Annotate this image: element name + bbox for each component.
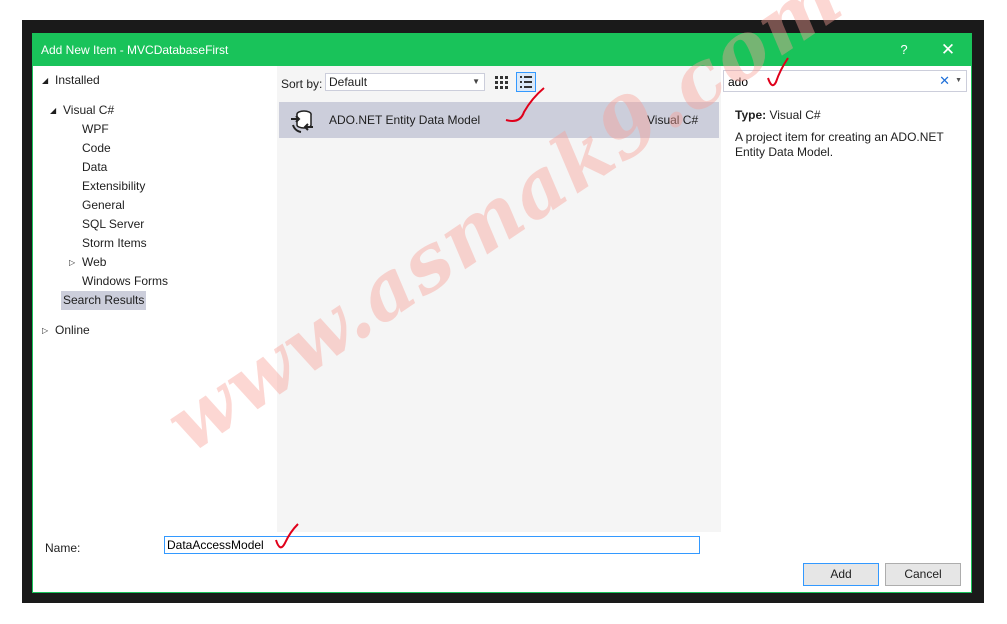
tree-node-search-results[interactable]: Search Results <box>61 291 147 310</box>
bottom-bar: Name: Add Cancel <box>33 532 971 592</box>
cancel-button[interactable]: Cancel <box>885 563 961 586</box>
help-button[interactable]: ? <box>891 38 917 62</box>
tree-node-label: Visual C# <box>63 103 115 117</box>
tree-node-online[interactable]: ▷ Online <box>42 321 90 340</box>
expanded-arrow-icon[interactable]: ◢ <box>42 71 48 90</box>
small-icons-view-button[interactable] <box>491 72 511 92</box>
search-box[interactable]: ✕ ▼ <box>723 70 967 93</box>
tree-node-extensibility[interactable]: Extensibility <box>82 177 145 196</box>
tree-node-storm-items[interactable]: Storm Items <box>82 234 147 253</box>
template-description: A project item for creating an ADO.NET E… <box>735 130 944 159</box>
tree-node-data[interactable]: Data <box>82 158 107 177</box>
close-button[interactable]: ✕ <box>933 38 963 62</box>
tree-node-visual-csharp[interactable]: ◢ Visual C# <box>50 101 115 120</box>
grid-view-icon <box>495 76 508 89</box>
tree-node-sql-server[interactable]: SQL Server <box>82 215 144 234</box>
type-value: Visual C# <box>769 108 821 122</box>
expanded-arrow-icon[interactable]: ◢ <box>50 101 56 120</box>
sort-by-label: Sort by: <box>281 77 323 91</box>
entity-data-model-icon <box>291 110 313 133</box>
list-view-button[interactable] <box>516 72 536 92</box>
chevron-down-icon: ▼ <box>472 77 480 86</box>
template-list-panel: Sort by: Default ▼ ADO.NET Entity Data M… <box>277 66 721 532</box>
collapsed-arrow-icon[interactable]: ▷ <box>42 321 48 340</box>
chevron-down-icon[interactable]: ▼ <box>955 77 962 84</box>
search-input[interactable] <box>724 71 940 93</box>
collapsed-arrow-icon[interactable]: ▷ <box>69 253 75 272</box>
type-label: Type: <box>735 108 767 122</box>
template-name: ADO.NET Entity Data Model <box>329 113 481 127</box>
sort-by-value: Default <box>329 75 368 89</box>
tree-node-label: Installed <box>55 73 100 87</box>
add-button[interactable]: Add <box>803 563 879 586</box>
tree-node-web[interactable]: ▷ Web <box>69 253 107 272</box>
name-label: Name: <box>45 541 81 555</box>
sort-by-select[interactable]: Default ▼ <box>325 73 485 91</box>
tree-node-installed[interactable]: ◢ Installed <box>42 71 100 90</box>
tree-node-wpf[interactable]: WPF <box>82 120 109 139</box>
add-new-item-dialog: Add New Item - MVCDatabaseFirst ? ✕ ◢ In… <box>32 33 972 593</box>
details-panel: ✕ ▼ Type: Visual C# A project item for c… <box>721 66 971 532</box>
name-input[interactable] <box>164 536 700 554</box>
tree-node-label: Online <box>55 323 90 337</box>
title-bar: Add New Item - MVCDatabaseFirst ? ✕ <box>33 34 971 66</box>
type-line: Type: Visual C# <box>735 108 821 122</box>
dialog-title: Add New Item - MVCDatabaseFirst <box>41 43 229 57</box>
tree-node-windows-forms[interactable]: Windows Forms <box>82 272 168 291</box>
clear-search-icon[interactable]: ✕ <box>939 73 950 89</box>
tree-node-code[interactable]: Code <box>82 139 111 158</box>
tree-node-label: Web <box>82 255 107 269</box>
list-view-icon <box>520 76 532 88</box>
tree-node-general[interactable]: General <box>82 196 125 215</box>
template-item-ado-net-entity-data-model[interactable]: ADO.NET Entity Data Model Visual C# <box>279 102 719 138</box>
category-tree: ◢ Installed ◢ Visual C# WPF Code Data Ex… <box>33 66 277 532</box>
template-language: Visual C# <box>647 113 699 127</box>
